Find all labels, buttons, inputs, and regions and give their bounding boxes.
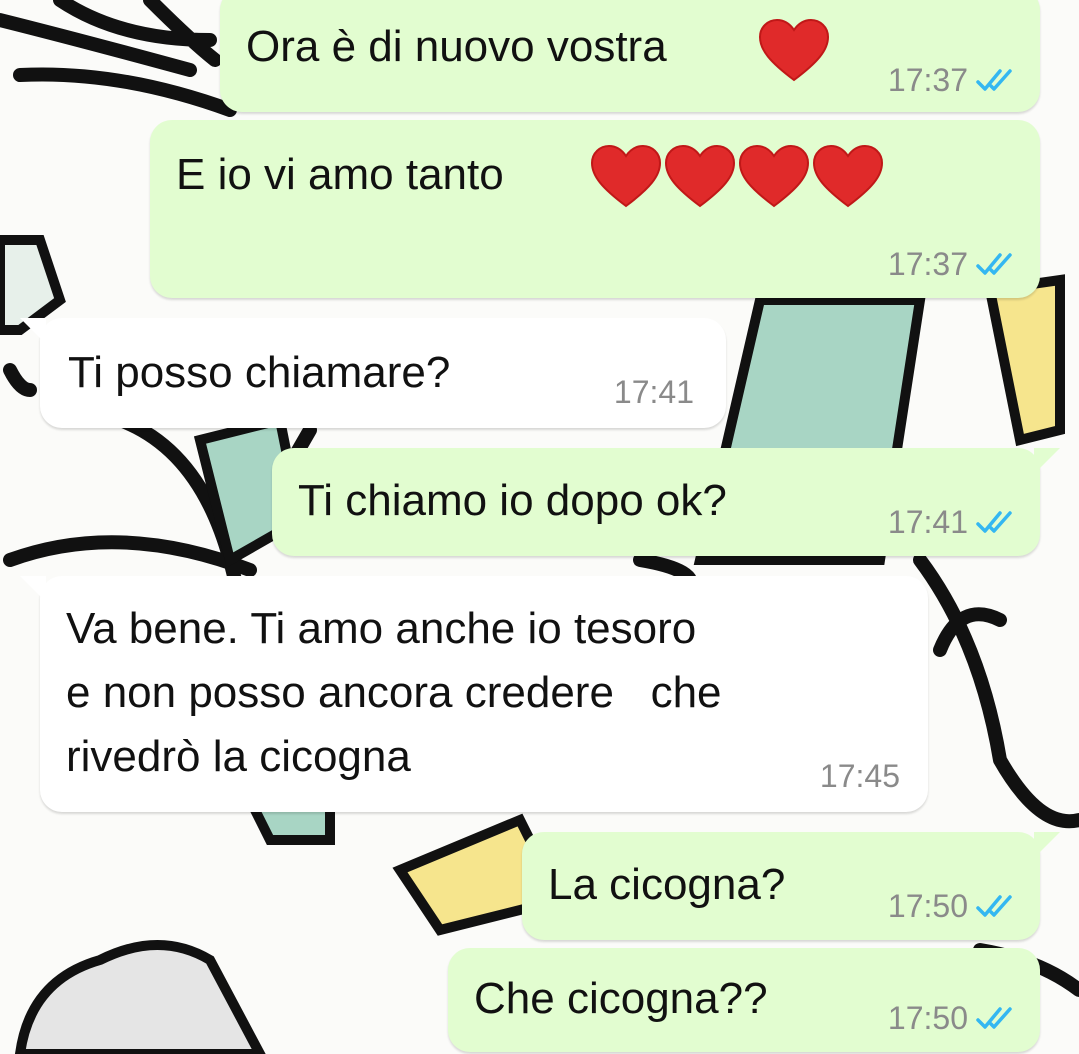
message-bubble-incoming[interactable]: Ti posso chiamare? 17:41 (20, 318, 726, 428)
message-time: 17:37 (887, 246, 968, 282)
heart-emoji (664, 144, 736, 208)
message-meta: 17:37 (888, 62, 1018, 98)
heart-emoji (812, 144, 884, 208)
message-text: La cicogna? (548, 860, 786, 909)
bubble-tail (1034, 832, 1060, 858)
message-time: 17:37 (887, 62, 968, 98)
emoji-group (590, 144, 884, 208)
message-bubble-outgoing[interactable]: La cicogna? 17:50 (522, 832, 1060, 940)
message-time: 17:45 (819, 758, 900, 794)
message-meta: 17:41 (888, 504, 1018, 540)
message-text: E io vi amo tanto (176, 150, 504, 199)
message-meta: 17:50 (888, 1000, 1018, 1036)
message-bubble-outgoing[interactable]: Che cicogna?? 17:50 (448, 948, 1040, 1052)
double-check-read-icon (976, 895, 1012, 917)
message-text-line: Va bene. Ti amo anche io tesoro (66, 604, 697, 653)
message-meta: 17:41 (614, 374, 694, 410)
message-time: 17:50 (887, 888, 968, 924)
double-check-read-icon (976, 253, 1012, 275)
message-time: 17:50 (887, 1000, 968, 1036)
message-bubble-outgoing[interactable]: Ora è di nuovo vostra 17:37 (220, 0, 1040, 112)
message-bubble-outgoing[interactable]: Ti chiamo io dopo ok? 17:41 (272, 448, 1060, 556)
heart-emoji (738, 144, 810, 208)
message-bubble-outgoing[interactable]: E io vi amo tanto 17:37 (150, 120, 1040, 298)
message-text-line: rivedrò la cicogna (66, 732, 411, 781)
double-check-read-icon (976, 69, 1012, 91)
message-meta: 17:45 (820, 758, 900, 794)
message-time: 17:41 (613, 374, 694, 410)
double-check-read-icon (976, 511, 1012, 533)
message-time: 17:41 (887, 504, 968, 540)
bubble-tail (1034, 448, 1060, 474)
message-text: Ora è di nuovo vostra (246, 22, 667, 71)
heart-emoji (590, 144, 662, 208)
message-meta: 17:50 (888, 888, 1018, 924)
message-list: Ora è di nuovo vostra 17:37 E io vi amo … (0, 0, 1079, 1054)
message-text: Ti chiamo io dopo ok? (298, 476, 727, 525)
message-text-line: e non posso ancora credere che (66, 668, 722, 717)
message-text: Che cicogna?? (474, 974, 768, 1023)
message-bubble-incoming[interactable]: Va bene. Ti amo anche io tesoro e non po… (20, 576, 928, 812)
emoji-group (758, 18, 830, 82)
heart-emoji (758, 18, 830, 82)
double-check-read-icon (976, 1007, 1012, 1029)
message-meta: 17:37 (888, 246, 1018, 282)
message-text: Ti posso chiamare? (68, 348, 451, 397)
bubble-tail (20, 318, 46, 344)
bubble-tail (20, 576, 46, 602)
